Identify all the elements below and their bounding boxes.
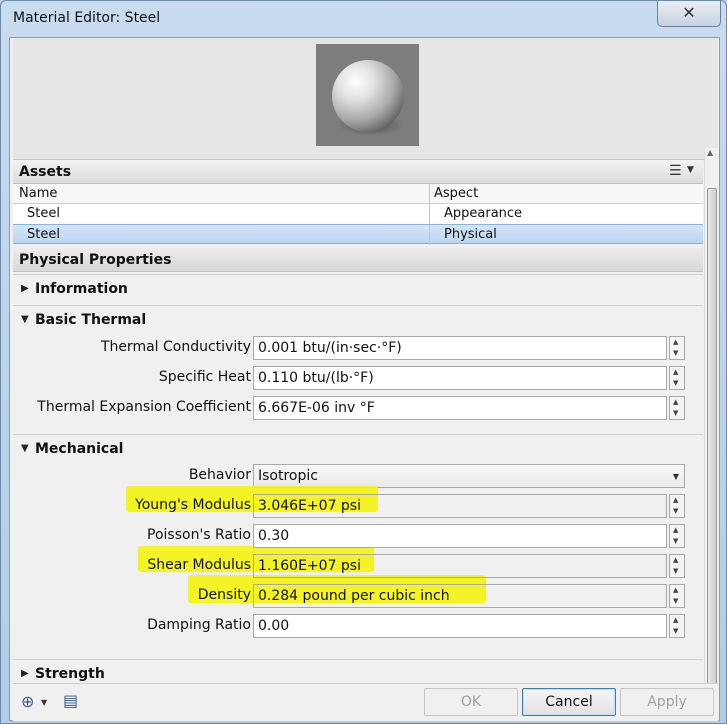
- spin-up-icon[interactable]: ▲: [673, 398, 678, 406]
- shear-modulus-field[interactable]: 1.160E+07 psi: [253, 554, 667, 578]
- physical-properties-header: Physical Properties: [13, 248, 703, 272]
- material-editor-window: Material Editor: Steel ✕ ▲ Assets ☰ ▼ Na…: [0, 0, 727, 724]
- close-icon: ✕: [682, 3, 696, 22]
- spinner[interactable]: ▲ ▼: [669, 614, 685, 638]
- property-row-thermal-expansion: Thermal Expansion Coefficient 6.667E-06 …: [13, 393, 703, 423]
- window-title: Material Editor: Steel: [13, 10, 161, 26]
- column-aspect-header[interactable]: Aspect: [429, 184, 703, 204]
- property-label: Behavior: [188, 467, 251, 483]
- density-field[interactable]: 0.284 pound per cubic inch: [253, 584, 667, 608]
- spin-down-icon[interactable]: ▼: [673, 379, 678, 387]
- thermal-conductivity-field[interactable]: 0.001 btu/(in·sec·°F): [253, 336, 667, 360]
- chevron-down-icon[interactable]: ▼: [41, 698, 47, 707]
- physical-properties-title: Physical Properties: [19, 252, 172, 268]
- asset-aspect: Physical: [429, 225, 703, 245]
- collapse-arrow-icon[interactable]: ▼: [21, 443, 29, 454]
- editor-client-area: ▲ Assets ☰ ▼ Name Aspect Steel Appearanc…: [9, 37, 720, 721]
- apply-button[interactable]: Apply: [620, 688, 714, 716]
- cancel-button[interactable]: Cancel: [522, 688, 616, 716]
- spinner[interactable]: ▲ ▼: [669, 524, 685, 548]
- spin-down-icon[interactable]: ▼: [673, 409, 678, 417]
- assets-header: Assets ☰ ▼: [13, 160, 703, 184]
- spinner[interactable]: ▲ ▼: [669, 336, 685, 360]
- spin-down-icon[interactable]: ▼: [673, 507, 678, 515]
- material-preview-swatch[interactable]: [316, 44, 419, 146]
- section-label: Information: [35, 281, 128, 297]
- expand-arrow-icon[interactable]: ▶: [21, 283, 29, 294]
- property-row-damping-ratio: Damping Ratio 0.00 ▲ ▼: [13, 611, 703, 641]
- behavior-value: Isotropic: [258, 468, 318, 484]
- preview-sphere: [332, 60, 404, 132]
- chevron-down-icon: ▼: [672, 472, 679, 481]
- property-label: Thermal Expansion Coefficient: [37, 399, 251, 415]
- column-name-header[interactable]: Name: [13, 184, 429, 204]
- scrollbar-thumb[interactable]: [707, 188, 717, 688]
- assets-table-header: Name Aspect: [13, 184, 703, 204]
- spin-up-icon[interactable]: ▲: [673, 616, 678, 624]
- section-label: Mechanical: [35, 441, 124, 457]
- table-row[interactable]: Steel Appearance: [13, 204, 703, 224]
- property-label: Density: [197, 587, 251, 603]
- property-label: Shear Modulus: [147, 557, 251, 573]
- scroll-up-icon[interactable]: ▲: [707, 148, 713, 157]
- thermal-expansion-field[interactable]: 6.667E-06 inv °F: [253, 396, 667, 420]
- assets-title: Assets: [19, 164, 72, 180]
- material-preview-area: [13, 38, 718, 160]
- property-row-youngs-modulus: Young's Modulus 3.046E+07 psi ▲ ▼: [13, 491, 703, 521]
- asset-aspect: Appearance: [429, 204, 703, 224]
- spinner[interactable]: ▲ ▼: [669, 584, 685, 608]
- youngs-modulus-field[interactable]: 3.046E+07 psi: [253, 494, 667, 518]
- spin-up-icon[interactable]: ▲: [673, 556, 678, 564]
- spinner[interactable]: ▲ ▼: [669, 494, 685, 518]
- property-row-density: Density 0.284 pound per cubic inch ▲ ▼: [13, 581, 703, 611]
- property-label: Specific Heat: [158, 369, 251, 385]
- property-row-shear-modulus: Shear Modulus 1.160E+07 psi ▲ ▼: [13, 551, 703, 581]
- spin-up-icon[interactable]: ▲: [673, 338, 678, 346]
- spin-up-icon[interactable]: ▲: [673, 496, 678, 504]
- spin-down-icon[interactable]: ▼: [673, 627, 678, 635]
- section-information[interactable]: ▶ Information: [13, 274, 703, 304]
- spinner[interactable]: ▲ ▼: [669, 366, 685, 390]
- section-label: Strength: [35, 666, 105, 682]
- add-asset-icon[interactable]: ⊕: [21, 692, 34, 711]
- specific-heat-field[interactable]: 0.110 btu/(lb·°F): [253, 366, 667, 390]
- ok-button[interactable]: OK: [424, 688, 518, 716]
- vertical-scrollbar[interactable]: ▲: [704, 148, 718, 688]
- poissons-ratio-field[interactable]: 0.30: [253, 524, 667, 548]
- close-button[interactable]: ✕: [657, 1, 721, 27]
- property-row-poissons-ratio: Poisson's Ratio 0.30 ▲ ▼: [13, 521, 703, 551]
- spin-up-icon[interactable]: ▲: [673, 368, 678, 376]
- spin-down-icon[interactable]: ▼: [673, 537, 678, 545]
- list-view-icon[interactable]: ☰: [669, 163, 682, 179]
- expand-arrow-icon[interactable]: ▶: [21, 668, 29, 679]
- damping-ratio-field[interactable]: 0.00: [253, 614, 667, 638]
- spinner[interactable]: ▲ ▼: [669, 554, 685, 578]
- behavior-select[interactable]: Isotropic ▼: [253, 464, 685, 488]
- property-label: Poisson's Ratio: [147, 527, 251, 543]
- property-label: Thermal Conductivity: [100, 339, 251, 355]
- asset-browser-icon[interactable]: ▤: [63, 691, 78, 710]
- property-row-specific-heat: Specific Heat 0.110 btu/(lb·°F) ▲ ▼: [13, 363, 703, 393]
- spin-down-icon[interactable]: ▼: [673, 567, 678, 575]
- asset-name: Steel: [27, 227, 60, 242]
- title-bar[interactable]: Material Editor: Steel ✕: [1, 1, 726, 37]
- section-basic-thermal[interactable]: ▼ Basic Thermal: [13, 305, 703, 335]
- bottom-toolbar: ⊕ ▼ ▤ OK Cancel Apply: [13, 683, 718, 721]
- section-mechanical[interactable]: ▼ Mechanical: [13, 434, 703, 464]
- property-label: Young's Modulus: [135, 497, 251, 513]
- table-row-selected[interactable]: Steel Physical: [13, 224, 703, 245]
- spin-up-icon[interactable]: ▲: [673, 526, 678, 534]
- section-strength[interactable]: ▶ Strength: [13, 659, 703, 683]
- spin-down-icon[interactable]: ▼: [673, 349, 678, 357]
- asset-name: Steel: [27, 206, 60, 221]
- property-row-thermal-conductivity: Thermal Conductivity 0.001 btu/(in·sec·°…: [13, 333, 703, 363]
- collapse-arrow-icon[interactable]: ▼: [21, 314, 29, 325]
- spin-up-icon[interactable]: ▲: [673, 586, 678, 594]
- section-label: Basic Thermal: [35, 312, 147, 328]
- chevron-down-icon[interactable]: ▼: [687, 165, 694, 175]
- property-label: Damping Ratio: [147, 617, 251, 633]
- spinner[interactable]: ▲ ▼: [669, 396, 685, 420]
- spin-down-icon[interactable]: ▼: [673, 597, 678, 605]
